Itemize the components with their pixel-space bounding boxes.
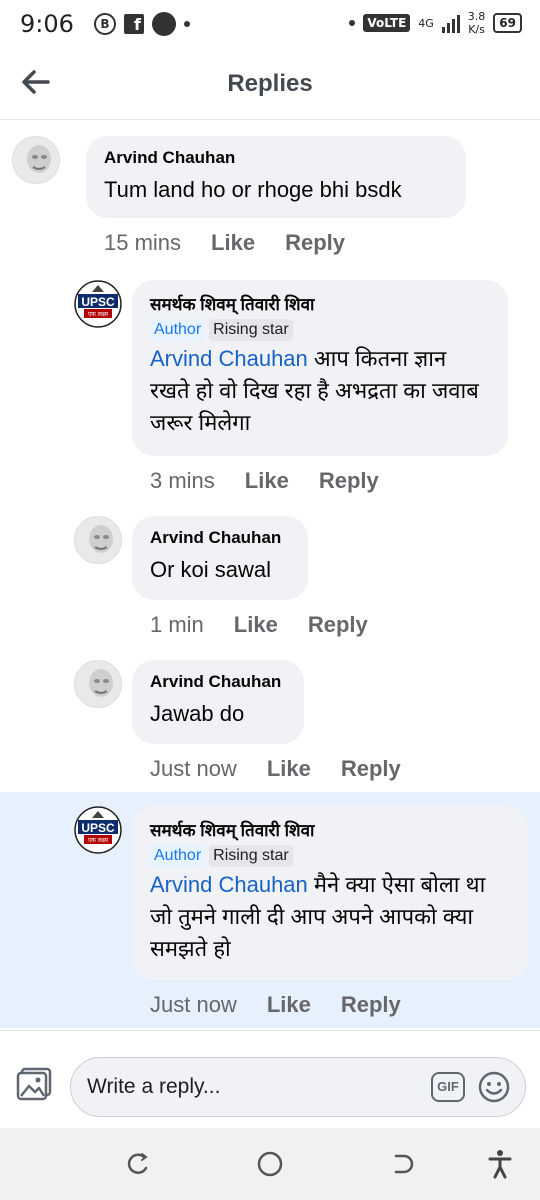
comment-time[interactable]: Just now bbox=[150, 992, 237, 1018]
mention-link[interactable]: Arvind Chauhan bbox=[150, 346, 308, 371]
comment-bubble[interactable]: समर्थक शिवम् तिवारी शिवा Author Rising s… bbox=[132, 806, 528, 980]
comment-text: Jawab do bbox=[150, 701, 245, 726]
like-button[interactable]: Like bbox=[245, 468, 289, 494]
upsc-logo-sublabel: एक लक्ष्य bbox=[88, 837, 109, 844]
avatar[interactable] bbox=[12, 136, 60, 184]
signal-icon bbox=[441, 13, 460, 33]
comment-author[interactable]: Arvind Chauhan bbox=[150, 672, 286, 692]
comment-time[interactable]: 3 mins bbox=[150, 468, 215, 494]
reply-input-container[interactable]: GIF bbox=[70, 1057, 526, 1117]
reply-button[interactable]: Reply bbox=[308, 612, 368, 638]
mention-link[interactable]: Arvind Chauhan bbox=[150, 872, 308, 897]
avatar[interactable]: UPSC एक लक्ष्य bbox=[74, 806, 122, 854]
network-type: 4G bbox=[418, 16, 434, 30]
comment-bubble[interactable]: Arvind Chauhan Jawab do bbox=[132, 660, 304, 744]
system-nav-bar bbox=[0, 1128, 540, 1200]
author-badges: Author Rising star bbox=[150, 319, 490, 341]
more-notifications-dot-icon bbox=[184, 21, 190, 27]
upsc-logo-label: UPSC bbox=[81, 821, 115, 835]
back-nav-icon bbox=[394, 1154, 414, 1174]
page-title: Replies bbox=[227, 70, 313, 97]
facebook-notification-icon: f bbox=[124, 14, 144, 34]
upsc-logo-icon: UPSC एक लक्ष्य bbox=[74, 806, 122, 854]
like-button[interactable]: Like bbox=[211, 230, 255, 256]
comment-author[interactable]: Arvind Chauhan bbox=[150, 528, 290, 548]
upsc-logo-sublabel: एक लक्ष्य bbox=[88, 311, 109, 318]
battery-indicator: 69 bbox=[493, 13, 522, 33]
rising-star-badge: Rising star bbox=[209, 319, 293, 341]
comment-item: Arvind Chauhan Tum land ho or rhoge bhi … bbox=[0, 122, 540, 272]
status-dot-icon bbox=[349, 20, 356, 26]
comment-author[interactable]: समर्थक शिवम् तिवारी शिवा bbox=[150, 818, 510, 841]
reply-button[interactable]: Reply bbox=[285, 230, 345, 256]
comment-time[interactable]: 1 min bbox=[150, 612, 204, 638]
upsc-logo-icon: UPSC एक लक्ष्य bbox=[74, 280, 122, 328]
comment-actions: 15 mins Like Reply bbox=[104, 230, 375, 256]
comment-actions: Just now Like Reply bbox=[150, 992, 431, 1018]
status-time: 9:06 bbox=[20, 10, 74, 38]
comment-item: UPSC एक लक्ष्य समर्थक शिवम् तिवारी शिवा … bbox=[0, 272, 540, 508]
reply-button[interactable]: Reply bbox=[319, 468, 379, 494]
comment-author[interactable]: Arvind Chauhan bbox=[104, 148, 448, 168]
status-system-icons: VoLTE 4G 3.8 K/s 69 bbox=[349, 10, 522, 36]
network-speed-unit: K/s bbox=[468, 23, 485, 36]
comment-time[interactable]: 15 mins bbox=[104, 230, 181, 256]
b-notification-icon: B bbox=[94, 13, 116, 35]
author-badge: Author bbox=[150, 845, 206, 867]
comment-text: Tum land ho or rhoge bhi bsdk bbox=[104, 177, 402, 202]
photo-icon bbox=[16, 1067, 52, 1101]
comment-bubble[interactable]: समर्थक शिवम् तिवारी शिवा Author Rising s… bbox=[132, 280, 508, 456]
like-button[interactable]: Like bbox=[234, 612, 278, 638]
network-speed: 3.8 K/s bbox=[468, 10, 486, 36]
comment-actions: 1 min Like Reply bbox=[150, 612, 398, 638]
comment-text: Arvind Chauhan मैने क्या ऐसा बोला था जो … bbox=[150, 869, 510, 965]
comment-actions: Just now Like Reply bbox=[150, 756, 431, 782]
comment-time[interactable]: Just now bbox=[150, 756, 237, 782]
add-photo-button[interactable] bbox=[16, 1067, 54, 1101]
status-notification-icons: B f bbox=[94, 12, 190, 36]
emoji-button[interactable] bbox=[477, 1070, 511, 1104]
home-icon bbox=[257, 1151, 283, 1177]
like-button[interactable]: Like bbox=[267, 756, 311, 782]
comment-author[interactable]: समर्थक शिवम् तिवारी शिवा bbox=[150, 292, 490, 315]
volte-indicator: VoLTE bbox=[363, 14, 411, 32]
comment-actions: 3 mins Like Reply bbox=[150, 468, 409, 494]
user-photo-icon bbox=[13, 137, 59, 183]
accessibility-button[interactable] bbox=[484, 1148, 516, 1180]
avatar[interactable] bbox=[74, 660, 122, 708]
reply-composer: GIF bbox=[0, 1030, 540, 1128]
comment-item-highlighted: UPSC एक लक्ष्य समर्थक शिवम् तिवारी शिवा … bbox=[0, 792, 540, 1028]
user-photo-icon bbox=[75, 517, 121, 563]
phone-notification-icon bbox=[152, 12, 176, 36]
comment-item: Arvind Chauhan Or koi sawal 1 min Like R… bbox=[0, 510, 540, 658]
user-photo-icon bbox=[75, 661, 121, 707]
upsc-logo-label: UPSC bbox=[81, 295, 115, 309]
rising-star-badge: Rising star bbox=[209, 845, 293, 867]
gif-button[interactable]: GIF bbox=[431, 1072, 465, 1102]
comment-text: Or koi sawal bbox=[150, 557, 272, 582]
author-badge: Author bbox=[150, 319, 206, 341]
comment-bubble[interactable]: Arvind Chauhan Or koi sawal bbox=[132, 516, 308, 600]
accessibility-icon bbox=[488, 1150, 512, 1179]
recent-apps-button[interactable] bbox=[122, 1148, 154, 1180]
comment-text: Arvind Chauhan आप कितना ज्ञान रखते हो वो… bbox=[150, 343, 490, 439]
avatar[interactable]: UPSC एक लक्ष्य bbox=[74, 280, 122, 328]
status-bar: 9:06 B f VoLTE 4G 3.8 K/s 69 bbox=[0, 0, 540, 50]
reply-button[interactable]: Reply bbox=[341, 992, 401, 1018]
comment-item: Arvind Chauhan Jawab do Just now Like Re… bbox=[0, 656, 540, 792]
comment-bubble[interactable]: Arvind Chauhan Tum land ho or rhoge bhi … bbox=[86, 136, 466, 218]
reply-input[interactable] bbox=[87, 1072, 417, 1102]
home-button[interactable] bbox=[254, 1148, 286, 1180]
replies-header: Replies bbox=[0, 50, 540, 120]
avatar[interactable] bbox=[74, 516, 122, 564]
reply-button[interactable]: Reply bbox=[341, 756, 401, 782]
author-badges: Author Rising star bbox=[150, 845, 510, 867]
back-nav-button[interactable] bbox=[386, 1148, 418, 1180]
emoji-icon bbox=[478, 1071, 510, 1103]
network-speed-value: 3.8 bbox=[467, 10, 486, 23]
like-button[interactable]: Like bbox=[267, 992, 311, 1018]
recent-apps-icon bbox=[127, 1153, 148, 1175]
